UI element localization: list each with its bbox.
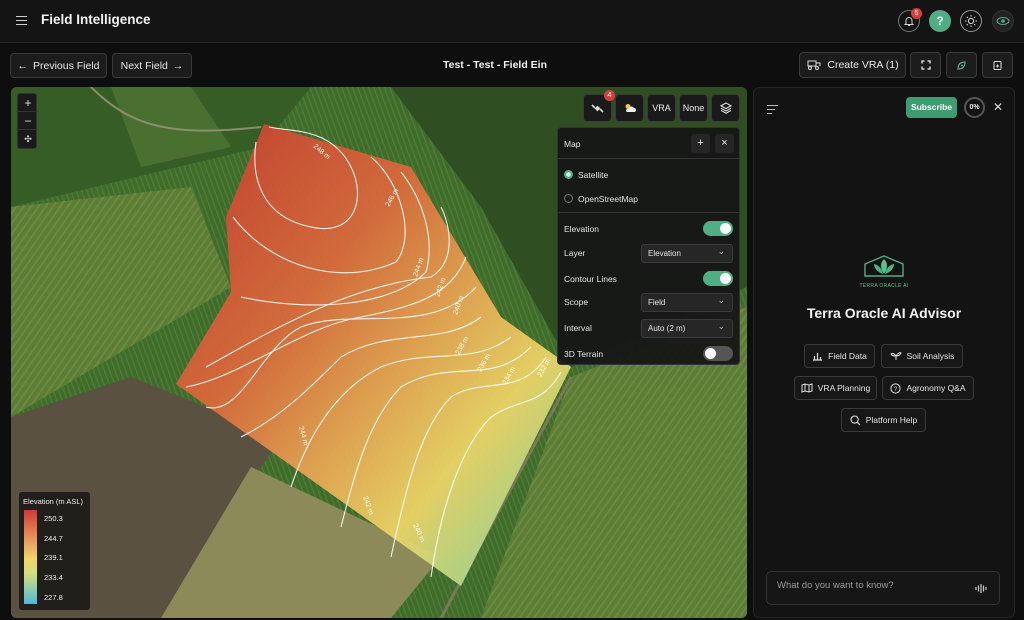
chip-soil-analysis[interactable]: Soil Analysis bbox=[881, 344, 963, 368]
create-vra-label: Create VRA (1) bbox=[827, 59, 899, 71]
question-circle-icon: ? bbox=[890, 382, 902, 394]
scope-row: Scope Field bbox=[564, 293, 733, 312]
legend-tick: 239.1 bbox=[44, 553, 63, 562]
voice-input-icon[interactable] bbox=[975, 583, 987, 594]
previous-field-button[interactable]: ← Previous Field bbox=[10, 53, 107, 78]
weather-button[interactable] bbox=[615, 94, 644, 122]
search-icon bbox=[850, 414, 861, 425]
logo-text: TERRA ORACLE AI bbox=[859, 283, 909, 289]
terrain-row: 3D Terrain bbox=[564, 346, 733, 361]
interval-row: Interval Auto (2 m) bbox=[564, 319, 733, 338]
interval-select[interactable]: Auto (2 m) bbox=[641, 319, 733, 338]
satellite-icon bbox=[591, 103, 604, 113]
notification-badge: 5 bbox=[911, 8, 922, 19]
ask-box bbox=[766, 571, 1000, 605]
export-button[interactable] bbox=[982, 52, 1013, 78]
filter-icon[interactable] bbox=[767, 105, 778, 117]
create-vra-button[interactable]: Create VRA (1) bbox=[799, 52, 906, 78]
fullscreen-button[interactable] bbox=[910, 52, 941, 78]
sprout-icon bbox=[890, 352, 902, 360]
legend-tick: 227.8 bbox=[44, 593, 63, 602]
contour-label: Contour Lines bbox=[564, 274, 617, 284]
export-icon bbox=[993, 60, 1002, 70]
chart-icon bbox=[813, 353, 823, 361]
previous-field-label: Previous Field bbox=[32, 59, 100, 72]
scope-label: Scope bbox=[564, 297, 589, 307]
zoom-in-button[interactable]: + bbox=[18, 94, 38, 112]
elevation-label: Elevation bbox=[564, 224, 599, 234]
next-field-button[interactable]: Next Field → bbox=[112, 53, 192, 78]
advisor-title: Terra Oracle AI Advisor bbox=[806, 305, 962, 321]
satellite-button[interactable]: 4 bbox=[583, 90, 615, 122]
chip-vra-planning[interactable]: VRA Planning bbox=[794, 376, 877, 400]
advisor-panel: Subscribe 0% ✕ TERRA ORACLE AI Terra Ora… bbox=[753, 87, 1015, 618]
top-bar: Field Intelligence 5 ? bbox=[0, 0, 1024, 43]
arrow-right-icon: → bbox=[172, 59, 184, 72]
menu-icon[interactable] bbox=[14, 13, 30, 29]
base-option-openstreetmap[interactable]: OpenStreetMap bbox=[564, 194, 733, 204]
svg-text:?: ? bbox=[894, 386, 898, 393]
legend-tick: 233.4 bbox=[44, 573, 63, 582]
legend-tick: 250.3 bbox=[44, 514, 63, 523]
close-icon[interactable]: ✕ bbox=[993, 100, 1003, 114]
legend-title: Elevation (m ASL) bbox=[23, 497, 84, 506]
chip-field-data[interactable]: Field Data bbox=[804, 344, 875, 368]
reset-view-icon[interactable]: ✣ bbox=[18, 130, 38, 148]
add-layer-button[interactable]: + bbox=[691, 134, 710, 153]
chip-platform-help[interactable]: Platform Help bbox=[841, 408, 926, 432]
leaf-icon bbox=[957, 60, 966, 70]
scope-select[interactable]: Field bbox=[641, 293, 733, 312]
ask-input[interactable] bbox=[777, 580, 967, 591]
subscribe-button[interactable]: Subscribe bbox=[906, 97, 957, 118]
map-icon bbox=[801, 383, 813, 393]
layer-label: Layer bbox=[564, 248, 586, 258]
app-title: Field Intelligence bbox=[41, 12, 151, 27]
terrain-label: 3D Terrain bbox=[564, 349, 604, 359]
radio-icon bbox=[564, 194, 573, 203]
map-layers-panel: Map + × Satellite OpenStreetMap Elevatio… bbox=[557, 127, 740, 365]
elevation-row: Elevation bbox=[564, 221, 733, 236]
base-option-satellite[interactable]: Satellite bbox=[564, 170, 733, 180]
vra-layer-button[interactable]: VRA bbox=[647, 94, 676, 122]
interval-label: Interval bbox=[564, 323, 592, 333]
map-toolbar: 4 VRA None bbox=[583, 90, 740, 122]
contour-toggle[interactable] bbox=[703, 271, 733, 286]
close-panel-button[interactable]: × bbox=[715, 134, 734, 153]
contour-row: Contour Lines bbox=[564, 271, 733, 286]
theme-toggle-icon[interactable] bbox=[960, 10, 982, 32]
zoom-out-button[interactable]: − bbox=[18, 112, 38, 130]
radio-selected-icon bbox=[564, 170, 573, 179]
weather-icon bbox=[625, 104, 636, 112]
next-field-label: Next Field bbox=[120, 59, 168, 72]
elevation-legend: Elevation (m ASL) 250.3 244.7 239.1 233.… bbox=[19, 492, 90, 610]
arrow-left-icon: ← bbox=[17, 59, 28, 72]
layer-select[interactable]: Elevation bbox=[641, 244, 733, 263]
legend-tick: 244.7 bbox=[44, 534, 63, 543]
fullscreen-icon bbox=[920, 60, 931, 70]
satellite-badge: 4 bbox=[604, 90, 615, 101]
chip-agronomy-qa[interactable]: ? Agronomy Q&A bbox=[882, 376, 974, 400]
terrain-toggle[interactable] bbox=[703, 346, 733, 361]
zoom-controls: + − ✣ bbox=[17, 93, 38, 149]
layers-icon bbox=[719, 102, 732, 114]
user-avatar[interactable] bbox=[992, 10, 1014, 32]
tractor-icon bbox=[806, 58, 822, 73]
elevation-toggle[interactable] bbox=[703, 221, 733, 236]
layer-row: Layer Elevation bbox=[564, 244, 733, 263]
layers-button[interactable] bbox=[711, 94, 740, 122]
usage-indicator: 0% bbox=[964, 97, 985, 118]
field-insights-button[interactable] bbox=[946, 52, 977, 78]
legend-color-bar bbox=[24, 510, 37, 604]
field-title: Test - Test - Field Ein bbox=[442, 59, 548, 71]
help-icon[interactable]: ? bbox=[929, 10, 951, 32]
no-overlay-button[interactable]: None bbox=[679, 94, 708, 122]
